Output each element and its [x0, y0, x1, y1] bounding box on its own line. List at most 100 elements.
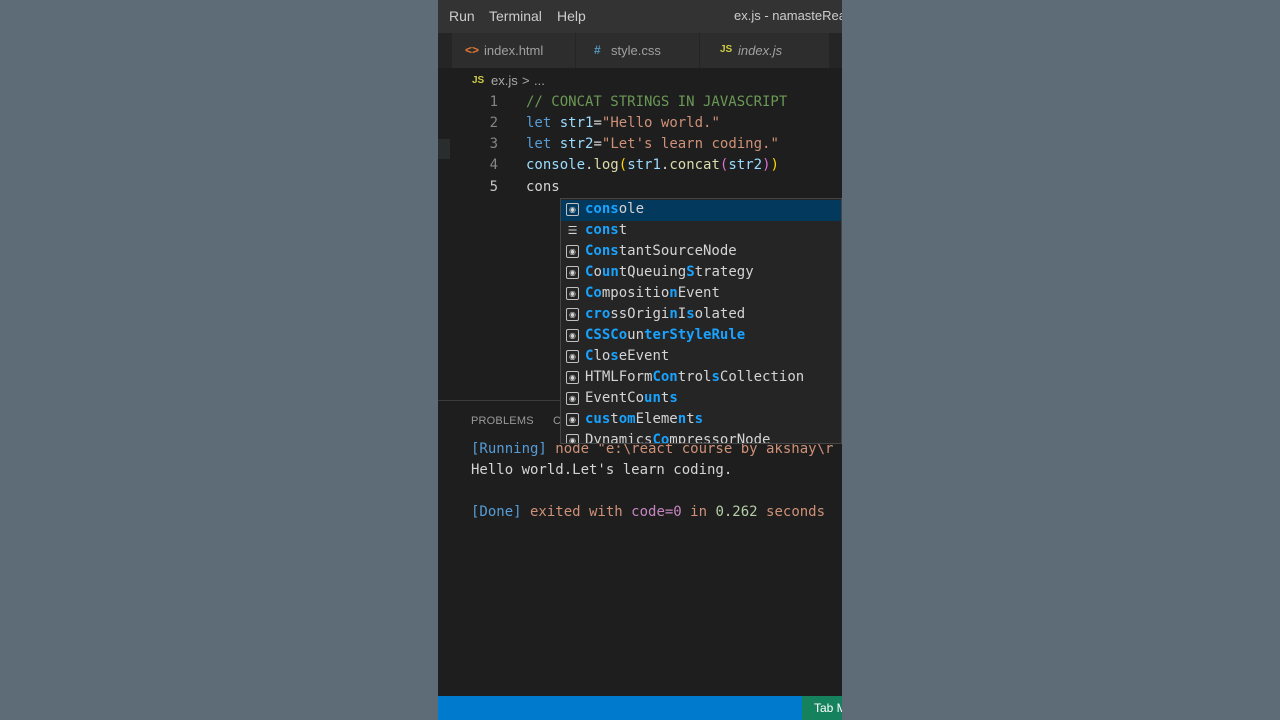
status-bar: Tab M [438, 696, 842, 720]
paren: ) [762, 157, 771, 173]
done-tag: [Done] [471, 504, 522, 520]
suggestion-item[interactable]: ◉ CSSCounterStyleRule [561, 326, 841, 347]
code-line-1: // CONCAT STRINGS IN JAVASCRIPT [526, 94, 787, 110]
suggestion-label: CountQueuingStrategy [585, 264, 754, 280]
tab-index-js[interactable]: JS index.js [700, 33, 830, 68]
menu-help[interactable]: Help [557, 8, 586, 24]
suggestion-label: console [585, 201, 644, 217]
variable-icon: ◉ [566, 266, 579, 279]
status-tab-mode[interactable]: Tab M [802, 696, 842, 720]
breadcrumb-file[interactable]: ex.js [491, 73, 518, 88]
breadcrumb-rest[interactable]: ... [534, 73, 545, 88]
tab-problems[interactable]: PROBLEMS [471, 415, 534, 427]
suggestion-item[interactable]: ◉ crossOriginIsolated [561, 305, 841, 326]
suggestion-item[interactable]: ◉ ConstantSourceNode [561, 242, 841, 263]
string: "Hello world." [601, 115, 720, 131]
match-highlight: terStyleRule [644, 327, 746, 343]
running-tag: [Running] [471, 441, 547, 457]
keyword: let [526, 115, 552, 131]
label-text: ssOrigi [610, 306, 670, 322]
code-line-2: let str1="Hello world." [526, 115, 720, 131]
label-text: n [635, 327, 645, 343]
suggestion-item[interactable]: ◉ console [561, 200, 841, 221]
menu-terminal[interactable]: Terminal [489, 8, 542, 24]
js-file-icon: JS [472, 75, 485, 86]
tab-index-html[interactable]: <> index.html [452, 33, 576, 68]
label-text: o [593, 264, 602, 280]
suggestion-label: HTMLFormControlsCollection [585, 369, 804, 385]
string: "Let's learn coding." [601, 136, 779, 152]
variable-icon: ◉ [566, 329, 579, 342]
suggestion-label: CompositionEvent [585, 285, 720, 301]
menu-bar: Run Terminal Help ex.js - namasteReac [438, 0, 842, 33]
label-text: eEve [618, 348, 653, 364]
exit-code: code=0 [631, 504, 682, 520]
suggestion-item[interactable]: ◉ CountQueuingStrategy [561, 263, 841, 284]
label-text: HTMLForm [585, 369, 653, 385]
function: concat [669, 157, 720, 173]
match-highlight: s [610, 348, 619, 364]
match-highlight: n [610, 264, 619, 280]
typed-text: cons [526, 179, 560, 195]
tab-label: style.css [611, 43, 661, 58]
variable: str2 [559, 136, 594, 152]
suggestion-label: customElements [585, 411, 703, 427]
menu-run[interactable]: Run [449, 8, 475, 24]
current-line-indicator [438, 139, 450, 159]
label-text: t [610, 411, 619, 427]
argument: str1 [627, 157, 661, 173]
label-text: tantSourceNode [618, 243, 737, 259]
line-number: 3 [489, 136, 498, 152]
done-text: in [681, 504, 716, 520]
variable-icon: ◉ [566, 287, 579, 300]
function: log [593, 157, 619, 173]
label-text: Eleme [635, 411, 678, 427]
match-highlight: cons [585, 222, 619, 238]
match-highlight: Co [585, 285, 602, 301]
match-highlight: cons [585, 201, 619, 217]
suggestion-item[interactable]: ◉ customElements [561, 410, 841, 431]
suggestion-label: crossOriginIsolated [585, 306, 745, 322]
match-highlight: om [618, 411, 636, 427]
css-file-icon: # [594, 43, 601, 57]
label-text: mpressorNode [669, 432, 771, 444]
variable-icon: ◉ [566, 371, 579, 384]
argument: str2 [728, 157, 763, 173]
breadcrumb-chevron-icon: > [522, 73, 530, 88]
suggestion-item[interactable]: ◉ EventCounts [561, 389, 841, 410]
variable-icon: ◉ [566, 434, 579, 443]
label-text: n [652, 348, 661, 364]
line-number: 2 [489, 115, 498, 131]
variable-icon: ◉ [566, 350, 579, 363]
match-highlight: Cons [585, 243, 619, 259]
suggestion-item[interactable]: ◉ CloseEvent [561, 347, 841, 368]
operator: = [593, 136, 602, 152]
output-line-result: Hello world.Let's learn coding. [471, 462, 733, 478]
html-file-icon: <> [465, 43, 480, 57]
label-text: ole [618, 201, 645, 217]
match-highlight: n [669, 306, 678, 322]
code-line-4: console.log(str1.concat(str2)) [526, 157, 779, 173]
suggestion-label: ConstantSourceNode [585, 243, 737, 259]
line-number: 1 [489, 94, 498, 110]
label-text: mpositio [601, 285, 670, 301]
window-title: ex.js - namasteReac [734, 8, 842, 23]
autocomplete-suggest-widget[interactable]: ◉ console ☰ const ◉ ConstantSourceNode ◉ CountQ… [560, 198, 842, 444]
suggestion-item[interactable]: ◉ CompositionEvent [561, 284, 841, 305]
suggestion-label: const [585, 222, 627, 238]
status-tab-mode-label: Tab M [814, 701, 842, 715]
suggestion-item[interactable]: ◉ DynamicsCompressorNode [561, 431, 841, 444]
tab-style-css[interactable]: # style.css [576, 33, 700, 68]
match-highlight: n [669, 285, 678, 301]
suggestion-item[interactable]: ◉ HTMLFormControlsCollection [561, 368, 841, 389]
match-highlight: s [669, 390, 678, 406]
comment: // CONCAT STRINGS IN JAVASCRIPT [526, 94, 788, 110]
label-text: u [627, 327, 636, 343]
match-highlight: CSSCo [585, 327, 628, 343]
keyword-icon: ☰ [567, 224, 578, 237]
label-text: t [686, 411, 695, 427]
match-highlight: cus [585, 411, 611, 427]
suggestion-item[interactable]: ☰ const [561, 221, 841, 242]
object: console [526, 157, 586, 173]
label-text: t [618, 222, 628, 238]
